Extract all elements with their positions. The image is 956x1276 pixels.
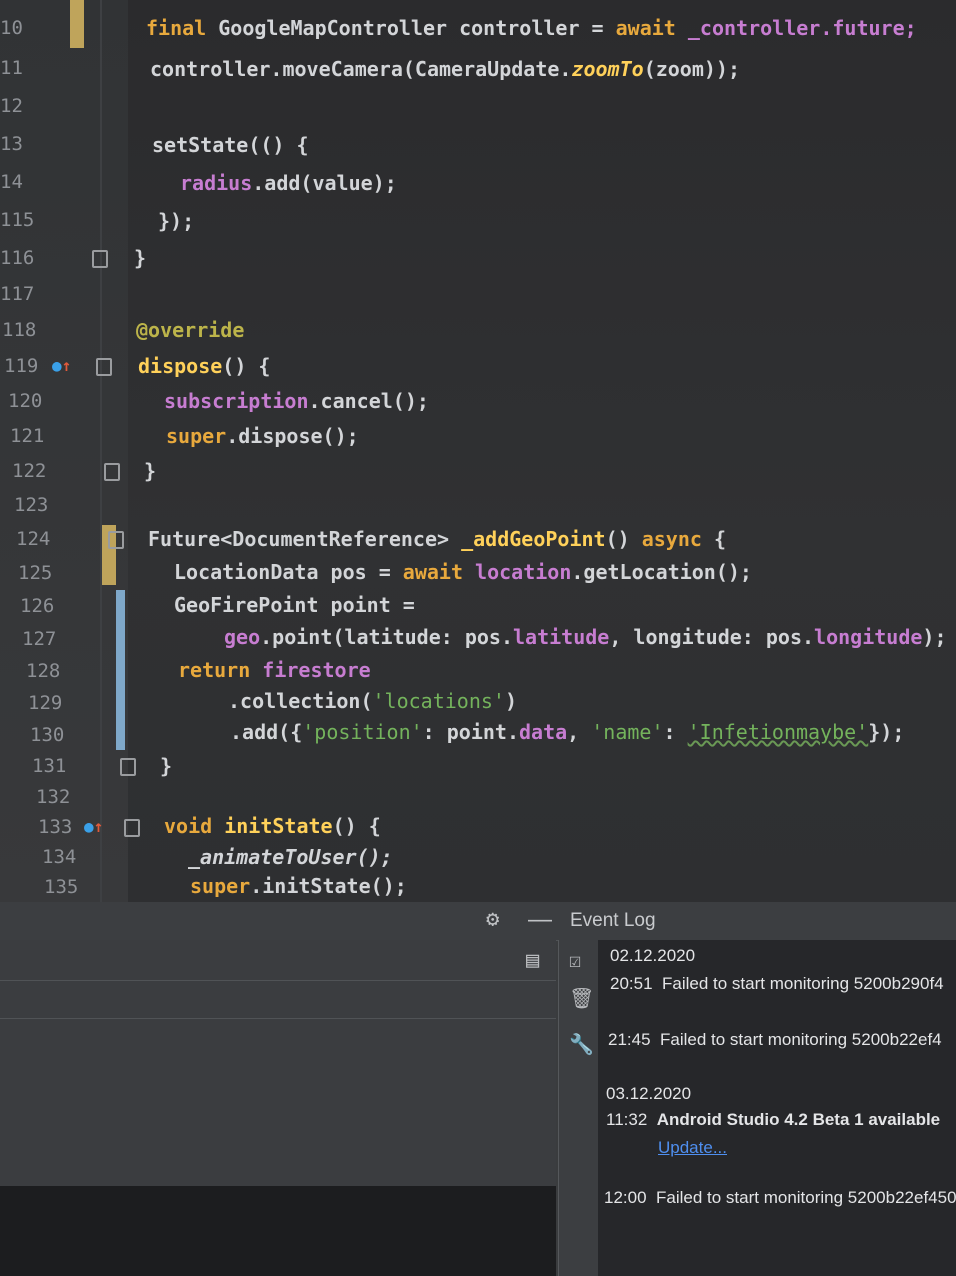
divider (0, 980, 556, 981)
line-number: 116 (0, 247, 35, 269)
code-line[interactable]: } (134, 246, 146, 270)
code-line[interactable]: geo.point(latitude: pos.latitude, longit… (224, 625, 947, 649)
code-line[interactable]: LocationData pos = await location.getLoc… (174, 560, 752, 584)
code-editor[interactable]: 10 11 12 13 14 115 116 117 118 119 120 1… (0, 0, 956, 902)
line-number: 134 (42, 846, 77, 868)
line-number: 10 (0, 17, 23, 39)
line-number: 125 (18, 562, 53, 584)
code-line[interactable]: void initState() { (164, 814, 381, 838)
fold-icon[interactable] (104, 463, 120, 481)
update-link[interactable]: Update... (658, 1138, 727, 1158)
fold-icon[interactable] (92, 250, 108, 268)
line-number: 124 (16, 528, 51, 550)
event-log-list: 02.12.2020 20:51 Failed to start monitor… (598, 940, 956, 1276)
event-date: 02.12.2020 (610, 946, 696, 965)
code-line[interactable]: setState(() { (152, 133, 309, 157)
event-entry[interactable]: 21:45 Failed to start monitoring 5200b22… (608, 1030, 942, 1050)
fold-icon[interactable] (108, 531, 124, 549)
event-log-sidebar: ☑ 🗑 🔧 (558, 940, 599, 1276)
event-log-toolbar: ⚙ — Event Log (0, 902, 956, 941)
line-number: 118 (2, 319, 37, 341)
code-line[interactable]: GeoFirePoint point = (174, 593, 415, 617)
line-number: 131 (32, 755, 67, 777)
event-date: 03.12.2020 (606, 1084, 692, 1103)
code-line[interactable]: } (144, 459, 156, 483)
fold-icon[interactable] (96, 358, 112, 376)
override-icon[interactable]: ●↑ (52, 356, 71, 375)
line-number: 129 (28, 692, 63, 714)
event-entry[interactable]: 11:32 Android Studio 4.2 Beta 1 availabl… (606, 1110, 940, 1130)
line-number: 119 (4, 355, 39, 377)
line-number: 14 (0, 171, 23, 193)
override-icon[interactable]: ●↑ (84, 817, 103, 836)
code-line[interactable]: super.dispose(); (166, 424, 359, 448)
trash-icon[interactable]: 🗑 (569, 986, 594, 1010)
terminal-area[interactable] (0, 1186, 556, 1276)
wrench-icon[interactable]: 🔧 (569, 1032, 594, 1056)
line-number: 127 (22, 628, 57, 650)
line-number: 122 (12, 460, 47, 482)
line-number: 12 (0, 95, 23, 117)
line-number: 115 (0, 209, 35, 231)
code-line[interactable]: final GoogleMapController controller = a… (146, 16, 917, 40)
left-tool-panel (0, 940, 556, 1276)
line-number: 123 (14, 494, 49, 516)
code-line[interactable]: .add({'position': point.data, 'name': 'I… (230, 720, 904, 744)
code-line[interactable]: Future<DocumentReference> _addGeoPoint()… (148, 527, 726, 551)
line-number: 135 (44, 876, 79, 898)
code-line[interactable]: }); (158, 209, 194, 233)
mark-read-icon[interactable]: ☑ (569, 948, 581, 972)
event-log-title: Event Log (570, 910, 656, 931)
line-number: 133 (38, 816, 73, 838)
code-line[interactable]: _animateToUser(); (188, 845, 393, 869)
code-line[interactable]: radius.add(value); (180, 171, 397, 195)
code-line[interactable]: @override (136, 318, 244, 342)
line-number: 128 (26, 660, 61, 682)
gear-icon[interactable]: ⚙ (486, 907, 499, 932)
line-number: 13 (0, 133, 23, 155)
line-number: 130 (30, 724, 65, 746)
event-entry[interactable]: 20:51 Failed to start monitoring 5200b29… (610, 974, 944, 994)
filter-icon[interactable]: ▤ (526, 948, 539, 973)
event-entry[interactable]: 12:00 Failed to start monitoring 5200b22… (604, 1188, 956, 1208)
fold-icon[interactable] (124, 819, 140, 837)
code-line[interactable]: super.initState(); (190, 874, 407, 898)
fold-icon[interactable] (120, 758, 136, 776)
line-number: 11 (0, 57, 23, 79)
code-line[interactable]: return firestore (178, 658, 371, 682)
bottom-tool-window: ⚙ — Event Log ▤ ☑ 🗑 🔧 02.12.2020 20:51 F… (0, 902, 956, 1276)
line-number: 132 (36, 786, 71, 808)
line-number: 121 (10, 425, 45, 447)
minimize-icon[interactable]: — (528, 906, 552, 934)
code-line[interactable]: dispose() { (138, 354, 270, 378)
line-number: 120 (8, 390, 43, 412)
code-line[interactable]: .collection('locations') (228, 689, 517, 713)
line-number: 126 (20, 595, 55, 617)
code-line[interactable]: subscription.cancel(); (164, 389, 429, 413)
code-line[interactable]: } (160, 754, 172, 778)
code-line[interactable]: controller.moveCamera(CameraUpdate.zoomT… (150, 57, 740, 81)
divider (0, 1018, 556, 1019)
line-number: 117 (0, 283, 35, 305)
